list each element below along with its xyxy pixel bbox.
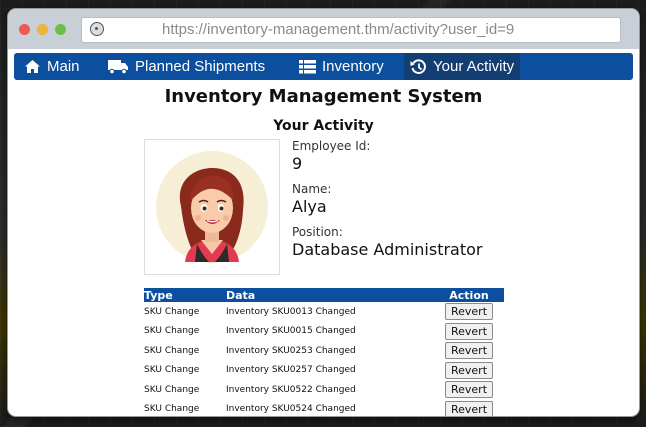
nav-item-label: Main [47, 58, 80, 75]
nav-item-your-activity[interactable]: Your Activity [404, 53, 521, 80]
employee-id-value: 9 [292, 154, 303, 173]
position-value: Database Administrator [292, 240, 483, 259]
activity-table: Type Data Action SKU Change Inventory SK… [144, 288, 504, 416]
column-header-type: Type [144, 288, 226, 302]
cell-type: SKU Change [144, 326, 200, 337]
nav-item-label: Planned Shipments [135, 58, 266, 75]
column-header-data: Data [226, 288, 434, 302]
cell-type: SKU Change [144, 384, 200, 395]
profile-info: Employee Id: 9 Name: Alya Position: Data… [292, 139, 483, 268]
nav-item-label: Inventory [322, 58, 384, 75]
cell-data: Inventory SKU0257 Changed [226, 365, 356, 376]
name-label: Name: [292, 182, 332, 196]
nav-item-inventory[interactable]: Inventory [293, 53, 390, 80]
table-row: SKU Change Inventory SKU0257 Changed Rev… [144, 361, 504, 381]
cell-data: Inventory SKU0253 Changed [226, 345, 356, 356]
revert-button[interactable]: Revert [445, 303, 493, 321]
cell-data: Inventory SKU0522 Changed [226, 384, 356, 395]
avatar [144, 139, 280, 275]
cell-data: Inventory SKU0524 Changed [226, 404, 356, 415]
revert-button[interactable]: Revert [445, 381, 493, 399]
cell-type: SKU Change [144, 404, 200, 415]
revert-button[interactable]: Revert [445, 400, 493, 416]
revert-button[interactable]: Revert [445, 361, 493, 379]
app-title: Inventory Management System [164, 86, 483, 107]
cell-data: Inventory SKU0013 Changed [226, 306, 356, 317]
employee-id-label: Employee Id: [292, 139, 371, 153]
avatar-illustration [156, 151, 268, 263]
name-value: Alya [292, 197, 327, 216]
revert-button[interactable]: Revert [445, 322, 493, 340]
cell-data: Inventory SKU0015 Changed [226, 326, 356, 337]
table-row: SKU Change Inventory SKU0524 Changed Rev… [144, 400, 504, 416]
main-navbar: Main Planned Shipments Inventory Your Ac… [14, 53, 633, 80]
table-row: SKU Change Inventory SKU0253 Changed Rev… [144, 341, 504, 361]
address-bar[interactable]: https://inventory-management.thm/activit… [81, 17, 621, 43]
cell-type: SKU Change [144, 306, 200, 317]
browser-window: https://inventory-management.thm/activit… [8, 9, 639, 416]
maximize-window-button[interactable] [55, 24, 66, 35]
browser-titlebar: https://inventory-management.thm/activit… [8, 9, 639, 49]
table-row: SKU Change Inventory SKU0522 Changed Rev… [144, 380, 504, 400]
table-row: SKU Change Inventory SKU0013 Changed Rev… [144, 302, 504, 322]
nav-item-main[interactable]: Main [18, 53, 86, 80]
cell-type: SKU Change [144, 345, 200, 356]
nav-item-planned-shipments[interactable]: Planned Shipments [101, 53, 271, 80]
section-title: Your Activity [273, 118, 374, 134]
cell-type: SKU Change [144, 365, 200, 376]
position-label: Position: [292, 225, 343, 239]
close-window-button[interactable] [19, 24, 30, 35]
table-row: SKU Change Inventory SKU0015 Changed Rev… [144, 322, 504, 342]
table-header-row: Type Data Action [144, 288, 504, 302]
site-info-icon[interactable] [90, 22, 104, 36]
history-icon [410, 58, 426, 74]
url-text[interactable]: https://inventory-management.thm/activit… [162, 21, 514, 38]
home-icon [25, 60, 40, 73]
list-icon [299, 59, 316, 73]
truck-icon [108, 60, 128, 74]
column-header-action: Action [434, 288, 504, 302]
minimize-window-button[interactable] [37, 24, 48, 35]
revert-button[interactable]: Revert [445, 342, 493, 360]
nav-item-label: Your Activity [433, 58, 515, 75]
